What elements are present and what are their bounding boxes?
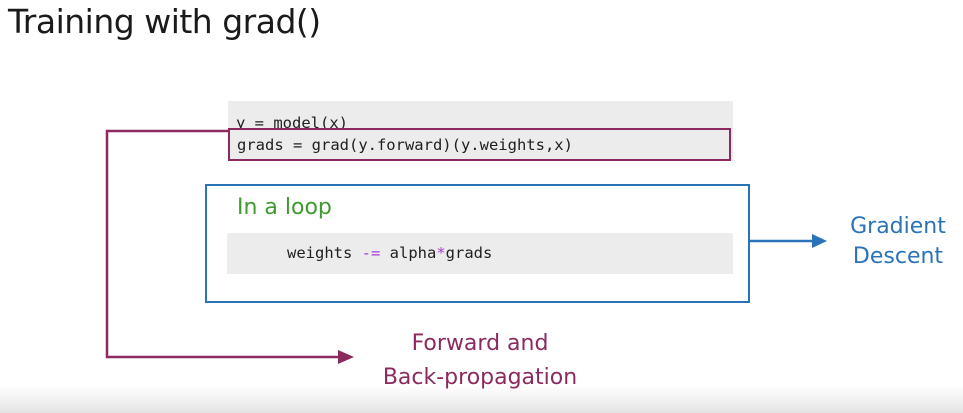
gradient-descent-line-1: Gradient	[850, 214, 946, 239]
forward-backprop-label: Forward and Back-propagation	[360, 327, 600, 395]
forward-backprop-line-2: Back-propagation	[382, 365, 578, 390]
forward-back-arrow	[105, 129, 340, 359]
gradient-descent-arrowhead	[812, 234, 827, 248]
forward-back-arrowhead	[338, 350, 354, 364]
forward-backprop-line-1: Forward and	[411, 331, 549, 356]
gradient-descent-line-2: Descent	[852, 244, 944, 269]
gradient-descent-label: Gradient Descent	[834, 212, 962, 272]
